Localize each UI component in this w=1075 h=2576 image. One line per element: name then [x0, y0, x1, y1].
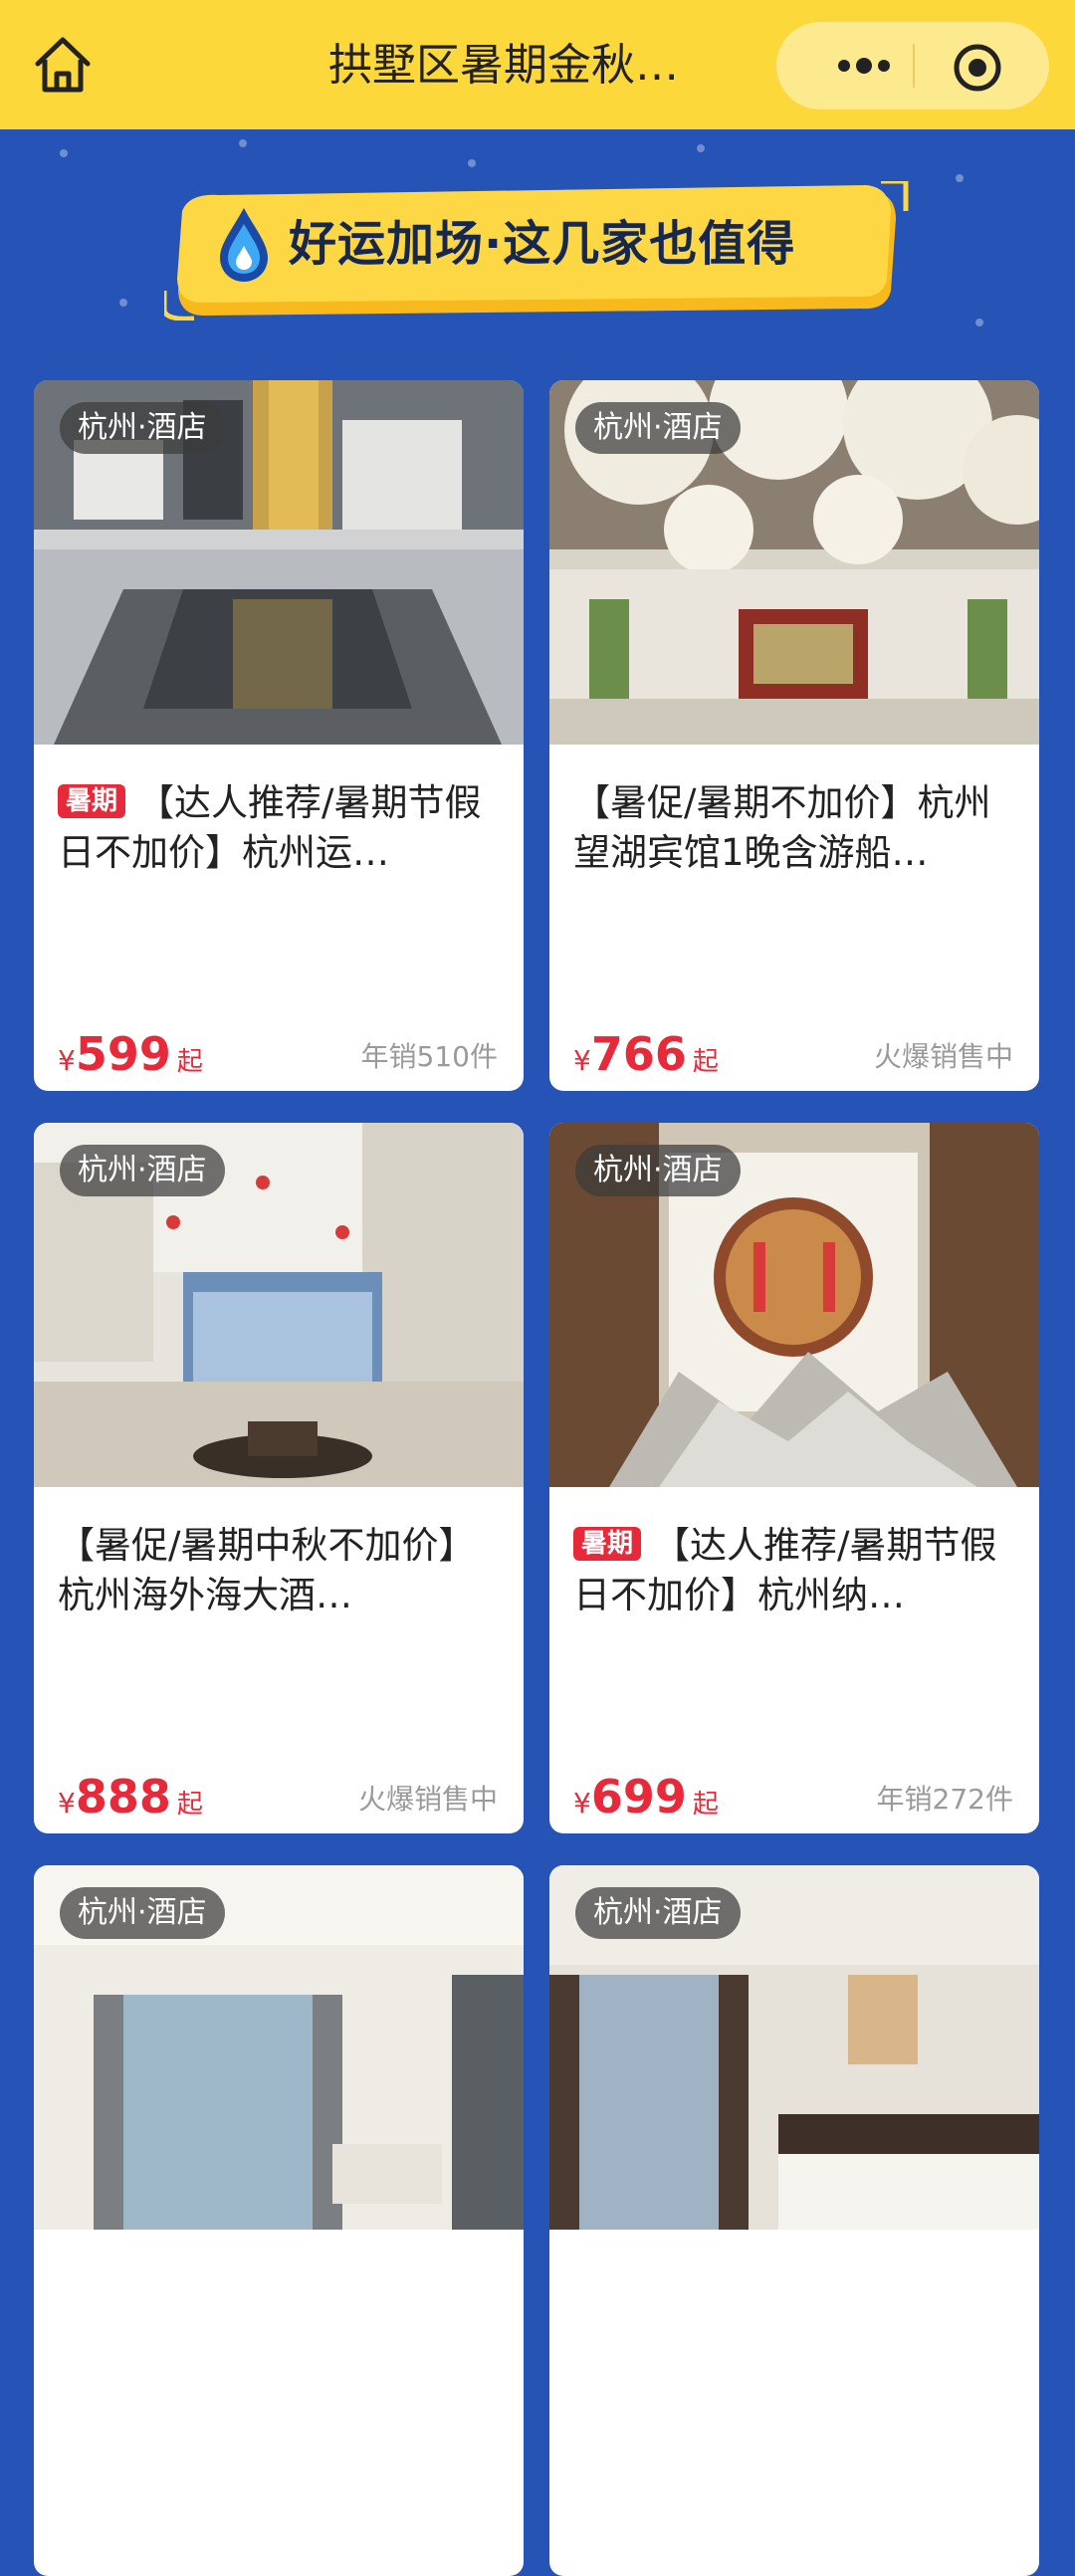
hotel-title-text: 【暑促/暑期不加价】杭州望湖宾馆1晚含游船…	[573, 781, 991, 874]
more-dots-icon[interactable]	[816, 46, 926, 86]
background-sparkle	[468, 159, 476, 167]
hotel-title: 【暑促/暑期不加价】杭州望湖宾馆1晚含游船…	[573, 778, 1017, 878]
currency-symbol: ¥	[573, 1787, 591, 1820]
hotel-photo: 杭州·酒店	[34, 380, 524, 745]
target-circle-icon[interactable]	[952, 42, 1003, 94]
mini-program-capsule	[776, 22, 1049, 109]
currency-symbol: ¥	[58, 1787, 76, 1820]
sales-count: 年销272件	[876, 1783, 1013, 1816]
hotel-title: 暑期 【达人推荐/暑期节假日不加价】杭州纳…	[573, 1521, 1017, 1620]
price: ¥599 起	[58, 1027, 203, 1081]
home-icon[interactable]	[28, 30, 98, 100]
hotel-title: 暑期 【达人推荐/暑期节假日不加价】杭州运…	[58, 778, 502, 878]
hotel-card[interactable]: 杭州·酒店	[34, 1865, 524, 2576]
hotel-photo: 杭州·酒店	[34, 1865, 524, 2230]
sales-count: 年销510件	[360, 1040, 498, 1073]
price-suffix: 起	[692, 1790, 719, 1820]
city-tag: 杭州·酒店	[60, 1145, 225, 1196]
hotel-card[interactable]: 杭州·酒店	[549, 1865, 1039, 2576]
page-title: 拱墅区暑期金秋…	[328, 40, 679, 91]
price-suffix: 起	[176, 1790, 203, 1820]
sales-count: 火爆销售中	[357, 1783, 498, 1816]
hotel-title: 【暑促/暑期中秋不加价】杭州海外海大酒…	[58, 1521, 502, 1620]
summer-badge: 暑期	[58, 784, 126, 818]
hotel-card[interactable]: 杭州·酒店 【暑促/暑期不加价】杭州望湖宾馆1晚含游船… ¥766 起 火爆销售中	[549, 380, 1039, 1091]
city-tag: 杭州·酒店	[60, 1887, 225, 1939]
hotel-card[interactable]: 杭州·酒店 暑期 【达人推荐/暑期节假日不加价】杭州运… ¥599 起 年销510件	[34, 380, 524, 1091]
summer-badge: 暑期	[573, 1527, 642, 1561]
city-tag: 杭州·酒店	[60, 402, 225, 454]
hotel-card[interactable]: 杭州·酒店 暑期 【达人推荐/暑期节假日不加价】杭州纳… ¥699 起 年销272件	[549, 1123, 1039, 1833]
hotel-photo: 杭州·酒店	[34, 1123, 524, 1487]
hotel-card[interactable]: 杭州·酒店 【暑促/暑期中秋不加价】杭州海外海大酒… ¥888 起 火爆销售中	[34, 1123, 524, 1833]
background-sparkle	[119, 299, 127, 307]
price: ¥888 起	[58, 1770, 203, 1824]
price-value: 599	[75, 1027, 171, 1081]
currency-symbol: ¥	[573, 1044, 591, 1077]
banner-title: 好运加场·这几家也值得	[289, 216, 796, 272]
price-suffix: 起	[692, 1047, 719, 1077]
city-tag: 杭州·酒店	[575, 1887, 741, 1939]
top-bar: 拱墅区暑期金秋…	[0, 0, 1075, 129]
capsule-divider	[913, 44, 915, 88]
price-value: 699	[590, 1770, 687, 1824]
hotel-photo: 杭州·酒店	[549, 1865, 1039, 2230]
background-sparkle	[956, 174, 964, 182]
price: ¥766 起	[573, 1027, 719, 1081]
water-drop-icon	[214, 204, 274, 284]
price-value: 766	[590, 1027, 687, 1081]
background-sparkle	[239, 139, 247, 147]
price-suffix: 起	[176, 1047, 203, 1077]
hotel-photo: 杭州·酒店	[549, 1123, 1039, 1487]
city-tag: 杭州·酒店	[575, 1145, 741, 1196]
background-sparkle	[60, 149, 68, 157]
currency-symbol: ¥	[58, 1044, 76, 1077]
background-sparkle	[697, 144, 705, 152]
city-tag: 杭州·酒店	[575, 402, 741, 454]
price-value: 888	[75, 1770, 171, 1824]
background-sparkle	[975, 319, 983, 326]
sales-count: 火爆销售中	[873, 1040, 1013, 1073]
price: ¥699 起	[573, 1770, 719, 1824]
hotel-photo: 杭州·酒店	[549, 380, 1039, 745]
hotel-title-text: 【暑促/暑期中秋不加价】杭州海外海大酒…	[58, 1524, 476, 1616]
